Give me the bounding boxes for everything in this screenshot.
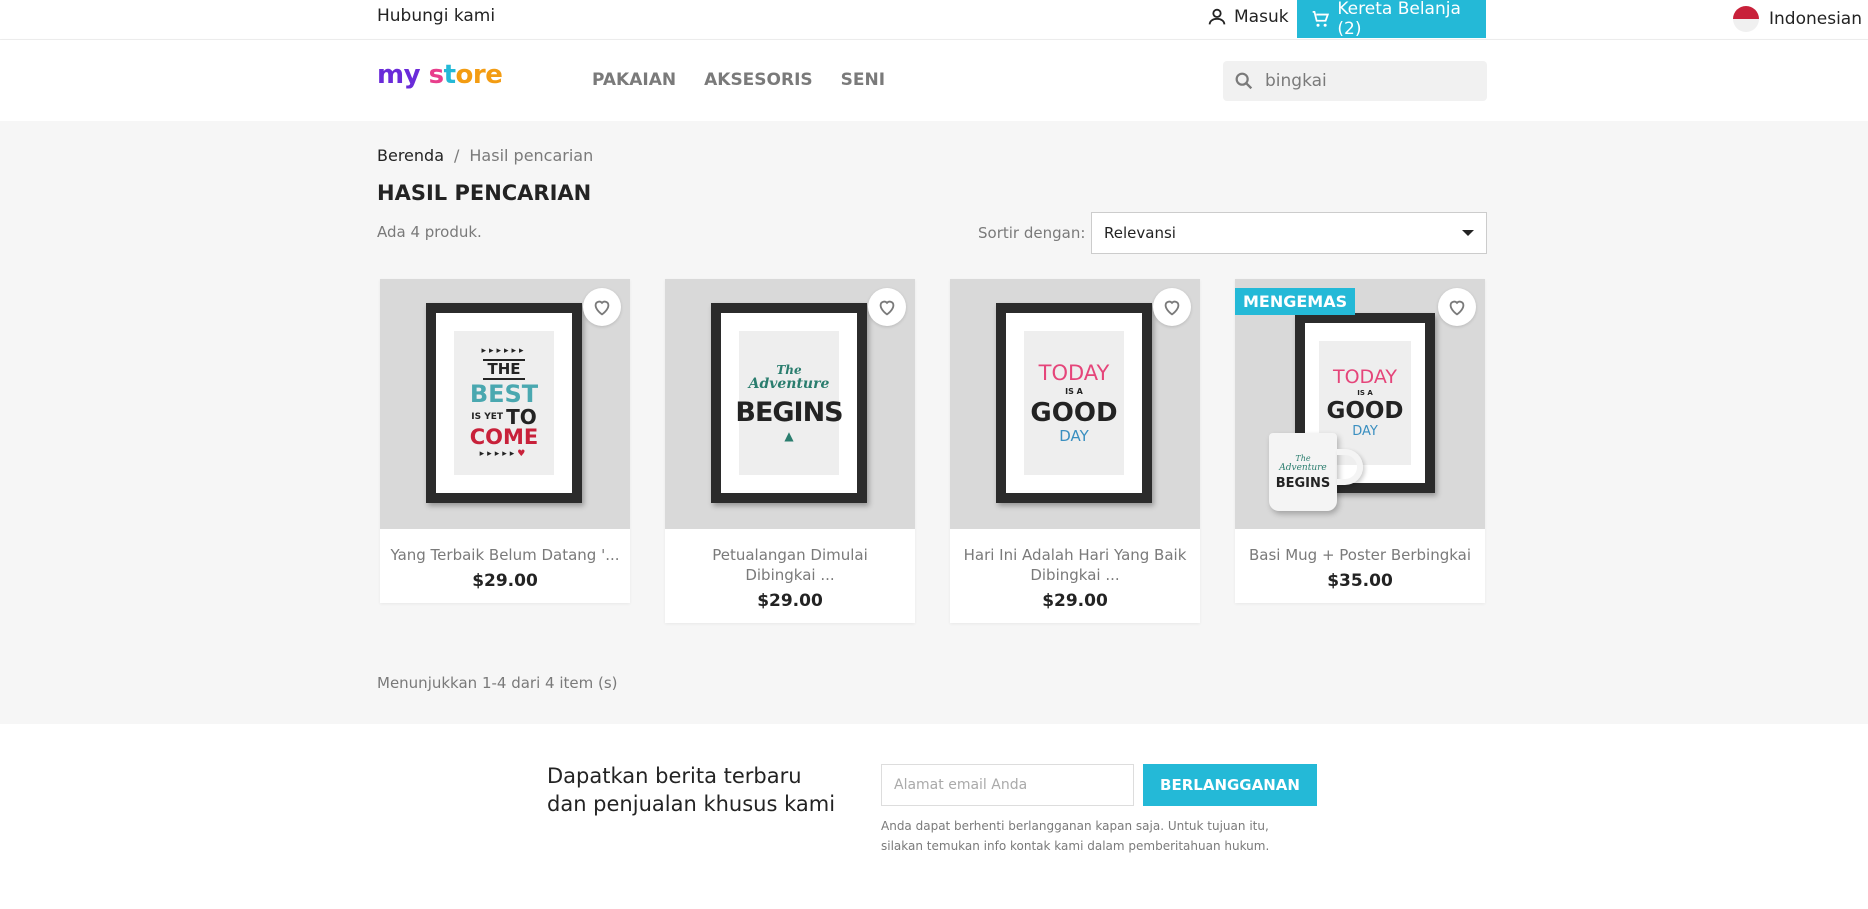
language-label: Indonesian <box>1769 9 1862 29</box>
product-card[interactable]: TODAY IS A GOOD DAY The Adventure BEGINS… <box>1235 279 1485 603</box>
menu-item-art[interactable]: SENI <box>841 70 885 90</box>
poster: The Adventure BEGINS ▲ <box>735 331 844 475</box>
menu-item-clothes[interactable]: PAKAIAN <box>592 70 676 90</box>
product-name[interactable]: Basi Mug + Poster Berbingkai <box>1235 529 1485 565</box>
poster: ▸▸▸▸▸▸ THE BEST IS YET TO COME ▸▸▸▸▸♥ <box>454 331 554 475</box>
product-price: $35.00 <box>1327 571 1393 591</box>
product-price: $29.00 <box>1042 591 1108 611</box>
product-card[interactable]: The Adventure BEGINS ▲ Petualangan Dimul… <box>665 279 915 623</box>
newsletter-note: Anda dapat berhenti berlangganan kapan s… <box>881 819 1270 853</box>
frame: The Adventure BEGINS ▲ <box>711 303 867 503</box>
newsletter-title: Dapatkan berita terbaru dan penjualan kh… <box>547 764 836 816</box>
product-name[interactable]: Petualangan Dimulai Dibingkai ... <box>665 529 915 585</box>
product-card[interactable]: ▸▸▸▸▸▸ THE BEST IS YET TO COME ▸▸▸▸▸♥ Ya… <box>380 279 630 603</box>
heart-icon <box>594 300 610 316</box>
breadcrumb-current: Hasil pencarian <box>469 146 594 165</box>
main-content: Berenda / Hasil pencarian HASIL PENCARIA… <box>0 121 1868 724</box>
product-image[interactable]: TODAY IS A GOOD DAY The Adventure BEGINS… <box>1235 279 1485 529</box>
cart-icon <box>1312 10 1330 27</box>
product-name[interactable]: Yang Terbaik Belum Datang '... <box>380 529 630 565</box>
store-logo[interactable]: my store <box>377 60 503 90</box>
sort-value: Relevansi <box>1104 224 1176 242</box>
search-input[interactable] <box>1265 71 1465 91</box>
heart-icon <box>1164 300 1180 316</box>
heart-icon <box>879 300 895 316</box>
cart-label: Kereta Belanja (2) <box>1337 0 1461 39</box>
product-image[interactable]: TODAY IS A GOOD DAY <box>950 279 1200 529</box>
caret-down-icon <box>1462 230 1474 236</box>
header: my store PAKAIAN AKSESORIS SENI <box>0 40 1868 121</box>
heart-icon <box>1449 300 1465 316</box>
product-count: Ada 4 produk. <box>377 223 482 241</box>
language-selector[interactable]: Indonesian <box>1733 6 1862 32</box>
search-icon[interactable] <box>1233 70 1255 92</box>
product-price: $29.00 <box>757 591 823 611</box>
pack-badge: MENGEMAS <box>1235 288 1356 315</box>
mug: The Adventure BEGINS <box>1269 433 1337 511</box>
cart-button[interactable]: Kereta Belanja (2) <box>1297 0 1486 39</box>
sort-label: Sortir dengan: <box>978 224 1086 242</box>
frame: TODAY IS A GOOD DAY <box>996 303 1152 503</box>
wishlist-button[interactable] <box>583 288 621 326</box>
signin-label: Masuk <box>1234 7 1289 27</box>
product-image[interactable]: ▸▸▸▸▸▸ THE BEST IS YET TO COME ▸▸▸▸▸♥ <box>380 279 630 529</box>
main-menu: PAKAIAN AKSESORIS SENI <box>592 70 885 90</box>
product-card[interactable]: TODAY IS A GOOD DAY Hari Ini Adalah Hari… <box>950 279 1200 623</box>
signin-link[interactable]: Masuk <box>1206 6 1289 28</box>
indonesia-flag-icon <box>1733 6 1759 32</box>
frame: ▸▸▸▸▸▸ THE BEST IS YET TO COME ▸▸▸▸▸♥ <box>426 303 582 503</box>
top-nav: Hubungi kami Masuk Kereta Belanja (2) In… <box>0 0 1868 40</box>
product-price: $29.00 <box>472 571 538 591</box>
breadcrumb: Berenda / Hasil pencarian <box>377 146 593 165</box>
sort-select[interactable]: Relevansi <box>1091 212 1487 254</box>
subscribe-button[interactable]: BERLANGGANAN <box>1143 764 1317 806</box>
product-image[interactable]: The Adventure BEGINS ▲ <box>665 279 915 529</box>
product-name[interactable]: Hari Ini Adalah Hari Yang Baik Dibingkai… <box>950 529 1200 585</box>
breadcrumb-separator: / <box>454 146 460 165</box>
email-field[interactable]: Alamat email Anda <box>881 764 1134 806</box>
menu-item-accessories[interactable]: AKSESORIS <box>704 70 813 90</box>
poster: TODAY IS A GOOD DAY <box>1024 331 1124 475</box>
wishlist-button[interactable] <box>1438 288 1476 326</box>
page-title: HASIL PENCARIAN <box>377 181 592 205</box>
contact-link[interactable]: Hubungi kami <box>377 6 495 26</box>
pagination-summary: Menunjukkan 1-4 dari 4 item (s) <box>377 674 618 692</box>
newsletter-section: Dapatkan berita terbaru dan penjualan kh… <box>0 724 1868 909</box>
wishlist-button[interactable] <box>1153 288 1191 326</box>
search-box <box>1223 61 1487 101</box>
user-icon <box>1208 8 1226 25</box>
wishlist-button[interactable] <box>868 288 906 326</box>
breadcrumb-home[interactable]: Berenda <box>377 146 444 165</box>
